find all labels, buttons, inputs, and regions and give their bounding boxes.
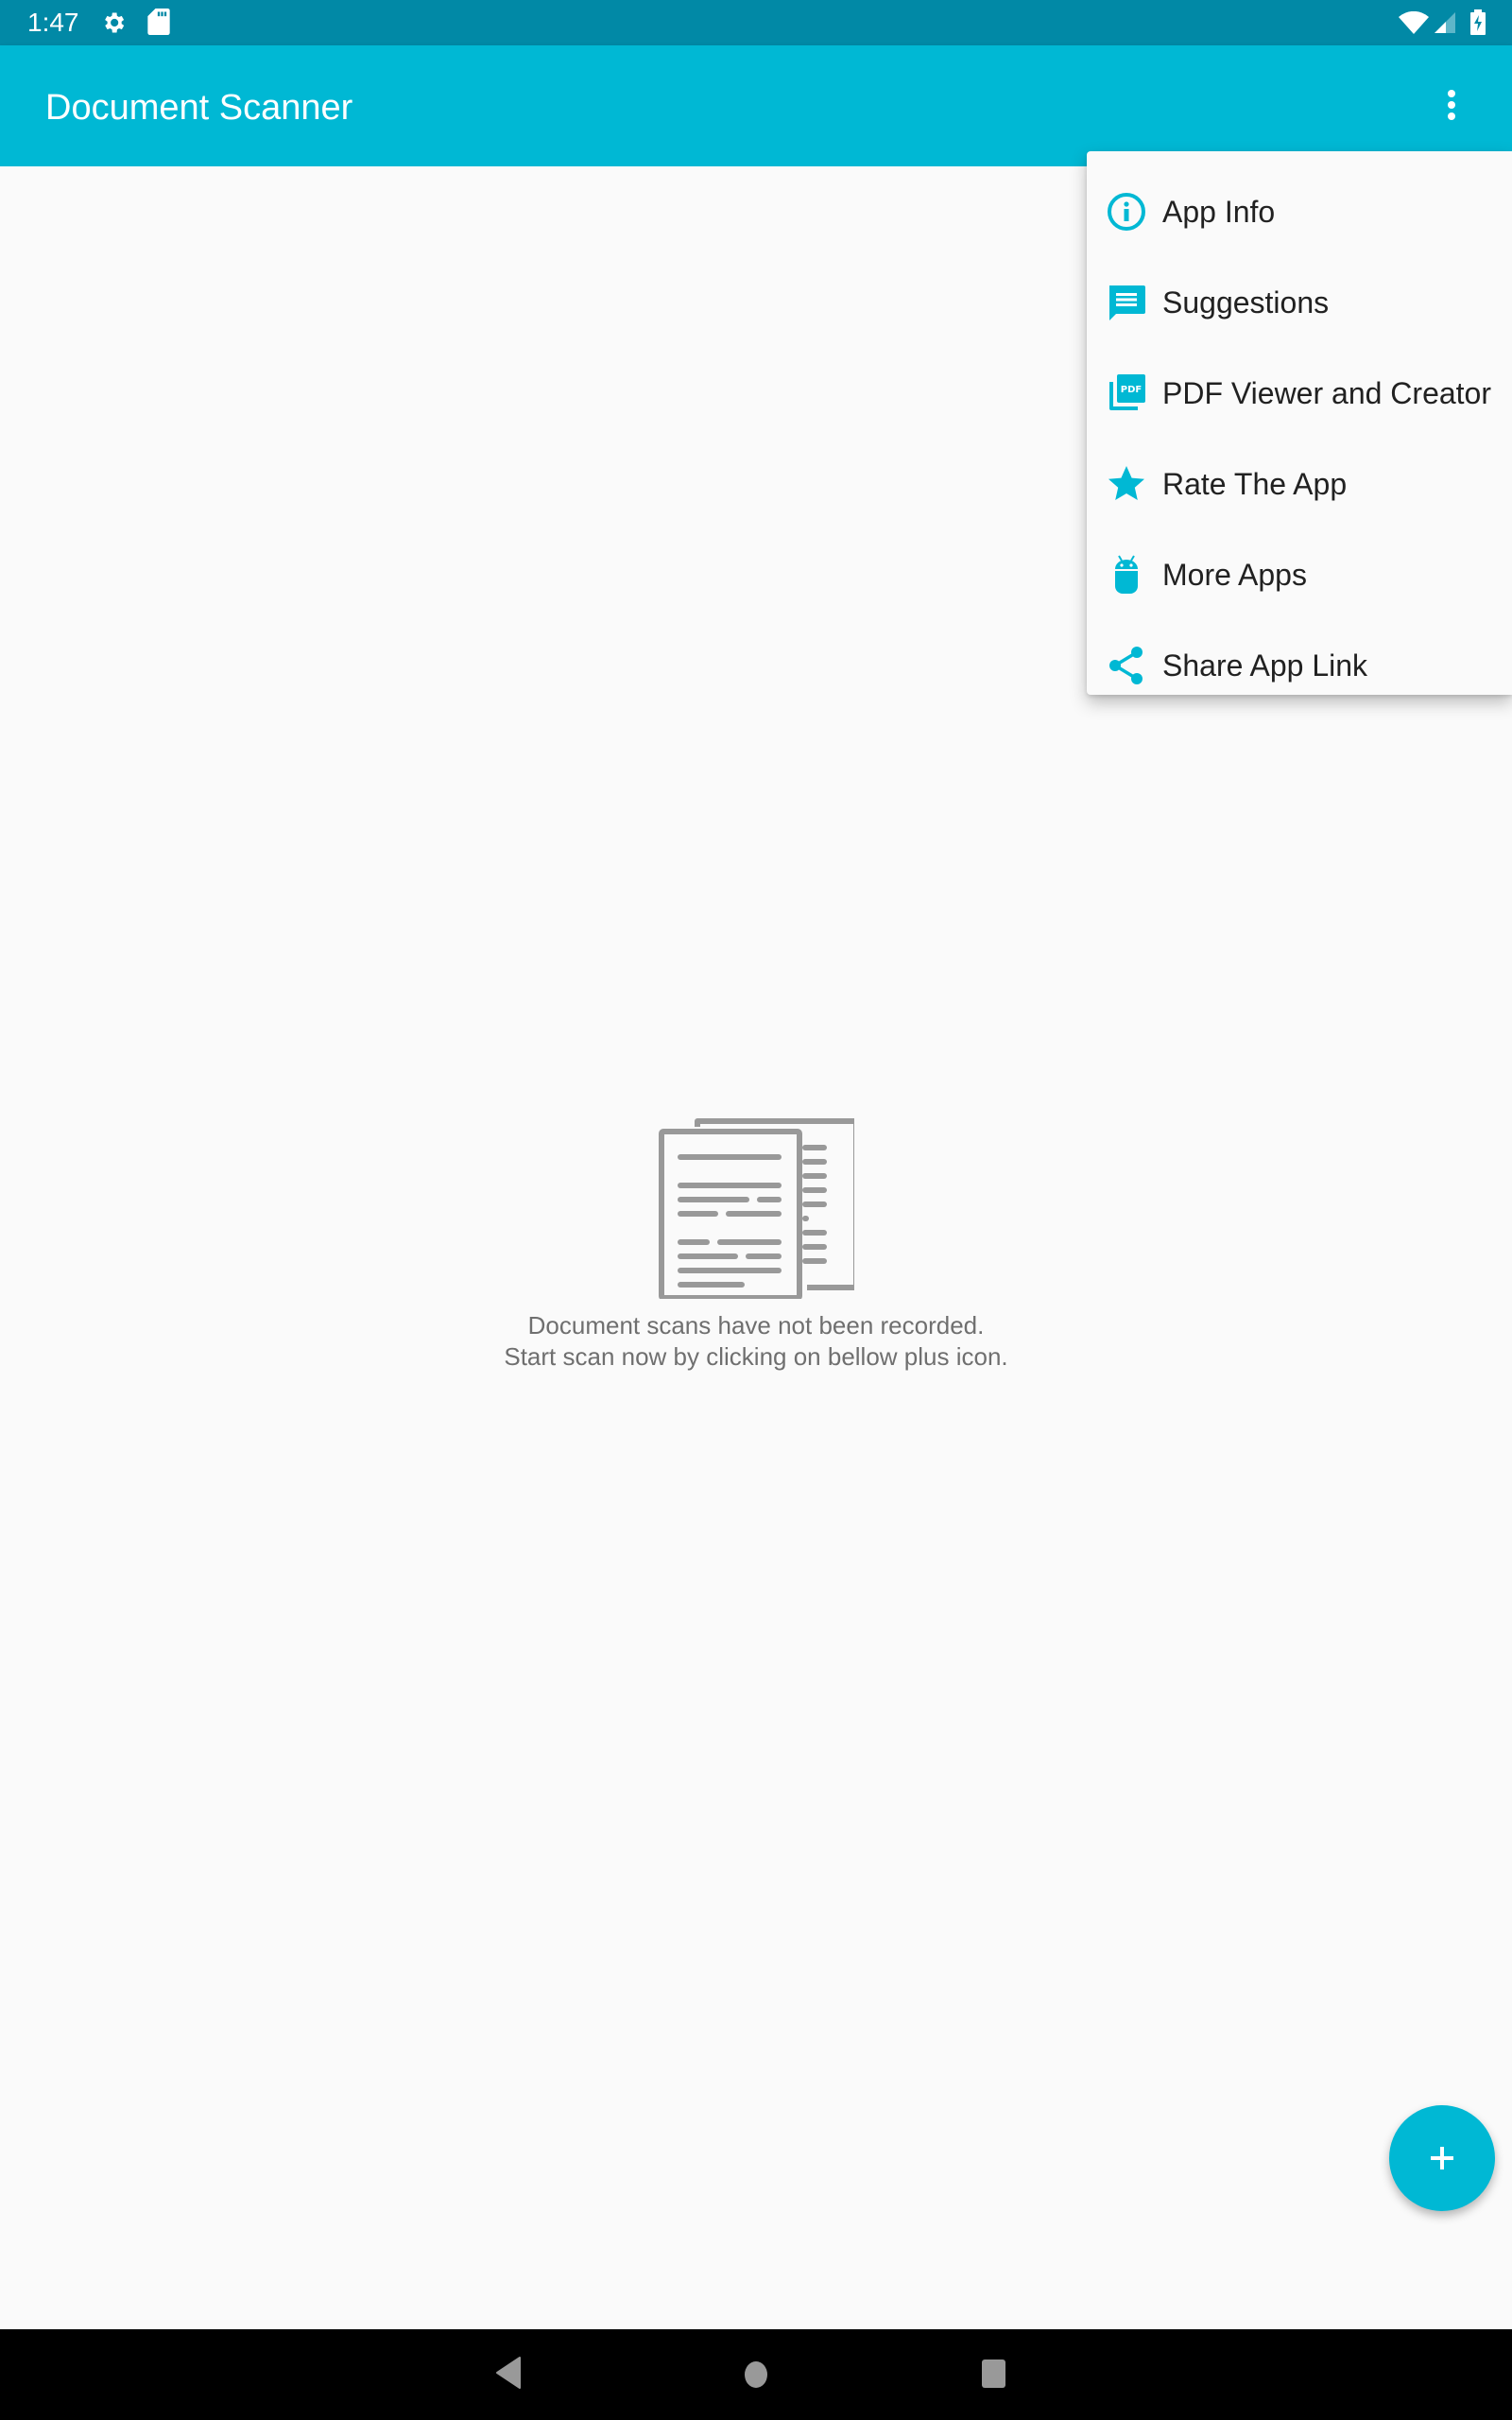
empty-state-line2: Start scan now by clicking on bellow plu… — [504, 1342, 1008, 1371]
status-time: 1:47 — [27, 8, 79, 37]
status-bar: 1:47 — [0, 0, 1512, 45]
message-icon — [1109, 285, 1145, 320]
menu-item-app-info[interactable]: App Info — [1087, 166, 1512, 257]
info-icon — [1108, 193, 1145, 231]
menu-item-label: Rate The App — [1162, 467, 1348, 501]
new-scan-button[interactable] — [1389, 2105, 1495, 2211]
app-title: Document Scanner — [45, 88, 353, 128]
battery-charging-icon — [1470, 9, 1486, 35]
menu-item-label: Suggestions — [1162, 285, 1330, 320]
sd-card-icon — [147, 9, 170, 35]
cell-signal-icon — [1435, 12, 1455, 33]
menu-item-more-apps[interactable]: More Apps — [1087, 529, 1512, 620]
more-vert-icon — [1448, 90, 1455, 120]
settings-icon — [105, 12, 125, 33]
back-icon[interactable] — [495, 2356, 524, 2390]
menu-item-label: PDF Viewer and Creator — [1162, 376, 1491, 410]
documents-icon — [659, 1118, 854, 1299]
star-icon — [1108, 466, 1144, 500]
share-icon — [1109, 647, 1143, 684]
navigation-bar — [0, 2329, 1512, 2420]
wifi-icon — [1399, 11, 1429, 34]
svg-text:PDF: PDF — [1121, 385, 1142, 395]
overflow-menu: App Info Suggestions PDF PDF Viewer and … — [1087, 151, 1512, 695]
menu-item-label: Share App Link — [1162, 648, 1368, 683]
menu-item-suggestions[interactable]: Suggestions — [1087, 257, 1512, 348]
android-icon — [1115, 555, 1138, 594]
menu-item-label: App Info — [1162, 195, 1276, 229]
pdf-icon: PDF — [1109, 374, 1145, 410]
menu-item-label: More Apps — [1162, 558, 1307, 592]
menu-item-pdf-viewer[interactable]: PDF PDF Viewer and Creator — [1087, 348, 1512, 439]
recents-icon[interactable] — [981, 2359, 1007, 2389]
empty-state-line1: Document scans have not been recorded. — [527, 1311, 985, 1340]
menu-item-share-app[interactable]: Share App Link — [1087, 620, 1512, 711]
home-icon[interactable] — [743, 2360, 769, 2389]
app-bar: Document Scanner — [0, 45, 1512, 166]
menu-item-rate-app[interactable]: Rate The App — [1087, 439, 1512, 529]
overflow-menu-button[interactable] — [1429, 83, 1474, 129]
plus-icon — [1431, 2147, 1453, 2169]
